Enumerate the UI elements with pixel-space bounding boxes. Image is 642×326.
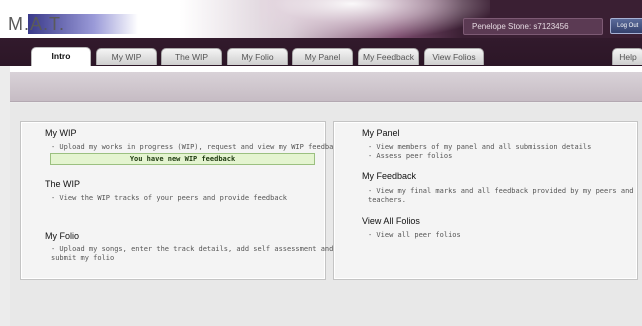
tab-my-feedback[interactable]: My Feedback bbox=[358, 48, 419, 65]
view-all-folios-heading[interactable]: View All Folios bbox=[362, 216, 420, 226]
tab-the-wip[interactable]: The WIP bbox=[161, 48, 222, 65]
wip-feedback-notice[interactable]: You have new WIP feedback bbox=[50, 153, 315, 165]
my-wip-description: - Upload my works in progress (WIP), req… bbox=[51, 143, 342, 151]
tab-my-panel[interactable]: My Panel bbox=[292, 48, 353, 65]
my-panel-description-line1: - View members of my panel and all submi… bbox=[368, 143, 592, 151]
my-folio-description-line1: - Upload my songs, enter the track detai… bbox=[51, 245, 334, 253]
header-swoosh bbox=[260, 0, 490, 38]
tab-my-wip[interactable]: My WIP bbox=[96, 48, 157, 65]
tab-intro[interactable]: Intro bbox=[31, 47, 91, 66]
logout-button[interactable]: Log Out bbox=[610, 18, 642, 34]
my-folio-heading[interactable]: My Folio bbox=[45, 231, 79, 241]
the-wip-heading[interactable]: The WIP bbox=[45, 179, 80, 189]
view-all-folios-description: - View all peer folios bbox=[368, 231, 461, 239]
my-panel-description-line2: - Assess peer folios bbox=[368, 152, 453, 160]
tab-help[interactable]: Help bbox=[612, 48, 642, 65]
my-panel-heading[interactable]: My Panel bbox=[362, 128, 400, 138]
my-feedback-description-line1: - View my final marks and all feedback p… bbox=[368, 187, 634, 195]
tab-view-folios[interactable]: View Folios bbox=[424, 48, 484, 65]
user-name: Penelope Stone: s7123456 bbox=[463, 18, 603, 35]
my-feedback-description-line2: teachers. bbox=[368, 196, 406, 204]
the-wip-description: - View the WIP tracks of your peers and … bbox=[51, 194, 288, 202]
tab-my-folio[interactable]: My Folio bbox=[227, 48, 288, 65]
my-feedback-heading[interactable]: My Feedback bbox=[362, 171, 416, 181]
sub-navigation-bar bbox=[10, 72, 642, 102]
my-folio-description-line2: submit my folio bbox=[51, 254, 115, 262]
my-wip-heading[interactable]: My WIP bbox=[45, 128, 77, 138]
app-logo: M.A.T. bbox=[8, 14, 66, 34]
